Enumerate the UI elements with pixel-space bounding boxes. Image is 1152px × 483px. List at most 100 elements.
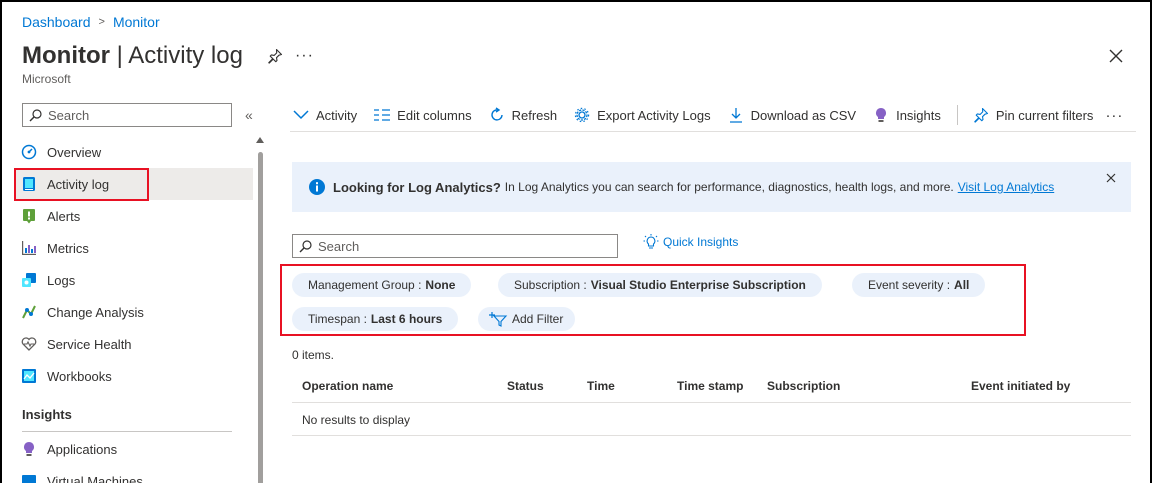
- sidebar-item-alerts[interactable]: Alerts: [14, 200, 253, 232]
- breadcrumb-dashboard[interactable]: Dashboard: [22, 14, 91, 30]
- table-header: Operation name Status Time Time stamp Su…: [292, 371, 1131, 403]
- column-header-time-stamp[interactable]: Time stamp: [677, 379, 743, 393]
- filter-label: Event severity :: [868, 278, 951, 292]
- chevron-down-icon: [292, 106, 310, 124]
- sidebar-item-label: Change Analysis: [47, 304, 144, 320]
- download-csv-button[interactable]: Download as CSV: [727, 106, 857, 124]
- gauge-icon: [20, 143, 38, 161]
- sidebar-insights-menu: Applications Virtual Machines: [14, 433, 253, 483]
- service-health-icon: [20, 335, 38, 353]
- sidebar-item-label: Logs: [47, 272, 76, 288]
- sidebar-item-overview[interactable]: Overview: [14, 136, 253, 168]
- edit-columns-label: Edit columns: [397, 107, 472, 123]
- sidebar-item-label: Alerts: [47, 208, 81, 224]
- add-filter-button[interactable]: Add Filter: [478, 307, 576, 331]
- activity-label: Activity: [316, 107, 358, 123]
- column-header-event-initiated-by[interactable]: Event initiated by: [971, 379, 1070, 393]
- portal-frame: Dashboard > Monitor Monitor | Activity l…: [0, 0, 1152, 483]
- sidebar-search-input[interactable]: [48, 107, 218, 123]
- subscription-filter[interactable]: Subscription : Visual Studio Enterprise S…: [498, 273, 822, 297]
- filter-label: Management Group :: [308, 278, 422, 292]
- event-severity-filter[interactable]: Event severity : All: [852, 273, 986, 297]
- add-filter-icon: [489, 312, 508, 327]
- lightbulb-icon: [872, 106, 890, 124]
- table-empty-row: No results to display: [292, 403, 1131, 436]
- sidebar-item-logs[interactable]: Logs: [14, 264, 253, 296]
- breadcrumb-separator: >: [98, 16, 105, 28]
- breadcrumb-monitor[interactable]: Monitor: [113, 14, 160, 30]
- sidebar-divider: [22, 431, 232, 432]
- pin-current-filters-button[interactable]: Pin current filters: [972, 106, 1094, 124]
- activity-search-input[interactable]: [318, 238, 608, 254]
- sidebar-item-label: Activity log: [47, 176, 110, 192]
- pin-icon: [972, 106, 990, 124]
- visit-log-analytics-link[interactable]: Visit Log Analytics: [958, 180, 1055, 194]
- edit-columns-button[interactable]: Edit columns: [373, 106, 472, 124]
- breadcrumb: Dashboard > Monitor: [22, 14, 160, 30]
- banner-text: In Log Analytics you can search for perf…: [504, 180, 954, 194]
- items-count: 0 items.: [292, 348, 335, 362]
- column-header-status[interactable]: Status: [507, 379, 544, 393]
- export-label: Export Activity Logs: [597, 107, 711, 123]
- insights-button[interactable]: Insights: [872, 106, 941, 124]
- title-row: Monitor | Activity log ···: [22, 42, 314, 70]
- edit-columns-icon: [373, 106, 391, 124]
- change-analysis-icon: [20, 303, 38, 321]
- sidebar-item-applications[interactable]: Applications: [14, 433, 253, 465]
- virtual-machines-icon: [20, 472, 38, 483]
- close-icon[interactable]: [1106, 46, 1126, 66]
- sidebar-scrollbar[interactable]: [258, 152, 263, 483]
- search-icon: [299, 239, 312, 252]
- alerts-icon: [20, 207, 38, 225]
- management-group-filter[interactable]: Management Group : None: [292, 273, 472, 297]
- sidebar-section-insights: Insights: [22, 407, 72, 422]
- sidebar-item-label: Virtual Machines: [47, 473, 143, 483]
- page-title-rest: | Activity log: [109, 42, 243, 69]
- download-icon: [727, 106, 745, 124]
- export-activity-logs-button[interactable]: Export Activity Logs: [573, 106, 711, 124]
- sidebar-item-activity-log[interactable]: Activity log: [14, 168, 253, 200]
- pin-icon[interactable]: [265, 46, 285, 66]
- timespan-filter[interactable]: Timespan : Last 6 hours: [292, 307, 459, 331]
- filter-label: Subscription :: [514, 278, 587, 292]
- quick-insights-link[interactable]: Quick Insights: [642, 233, 738, 251]
- search-icon: [29, 108, 42, 121]
- sidebar-item-label: Metrics: [47, 240, 89, 256]
- activity-button[interactable]: Activity: [292, 106, 357, 124]
- insights-label: Insights: [896, 107, 941, 123]
- log-analytics-banner: Looking for Log Analytics? In Log Analyt…: [292, 162, 1131, 212]
- column-header-operation-name[interactable]: Operation name: [302, 379, 393, 393]
- quick-insights-label: Quick Insights: [663, 235, 739, 249]
- applications-icon: [20, 440, 38, 458]
- page-title-bold: Monitor: [22, 42, 110, 69]
- sidebar-item-virtual-machines[interactable]: Virtual Machines: [14, 465, 253, 483]
- sidebar-item-label: Workbooks: [47, 368, 112, 384]
- more-options-icon[interactable]: ···: [295, 47, 314, 65]
- activity-search-box[interactable]: [292, 234, 618, 258]
- page-subtitle: Microsoft: [22, 72, 71, 86]
- sidebar-search-box[interactable]: [22, 103, 232, 127]
- filter-value: All: [954, 278, 970, 292]
- column-header-subscription[interactable]: Subscription: [767, 379, 840, 393]
- download-label: Download as CSV: [750, 107, 857, 123]
- filter-value: Visual Studio Enterprise Subscription: [590, 278, 806, 292]
- collapse-sidebar-icon[interactable]: «: [245, 107, 253, 123]
- sidebar-item-metrics[interactable]: Metrics: [14, 232, 253, 264]
- toolbar-more-icon[interactable]: ···: [1105, 107, 1123, 124]
- sidebar-item-service-health[interactable]: Service Health: [14, 328, 253, 360]
- gear-icon: [573, 106, 591, 124]
- banner-close-icon[interactable]: [1105, 172, 1117, 184]
- column-header-time[interactable]: Time: [587, 379, 615, 393]
- metrics-icon: [20, 239, 38, 257]
- scrollbar-up-arrow-icon[interactable]: [256, 137, 264, 143]
- info-icon: [309, 179, 325, 195]
- refresh-icon: [488, 106, 506, 124]
- sidebar-item-workbooks[interactable]: Workbooks: [14, 360, 253, 392]
- refresh-button[interactable]: Refresh: [488, 106, 557, 124]
- pin-label: Pin current filters: [995, 107, 1094, 123]
- sidebar-item-change-analysis[interactable]: Change Analysis: [14, 296, 253, 328]
- add-filter-label: Add Filter: [512, 312, 564, 326]
- sidebar-menu: Overview Activity log Alerts Metrics Log…: [14, 136, 253, 392]
- banner-title: Looking for Log Analytics?: [333, 179, 501, 195]
- activity-log-icon: [20, 175, 38, 193]
